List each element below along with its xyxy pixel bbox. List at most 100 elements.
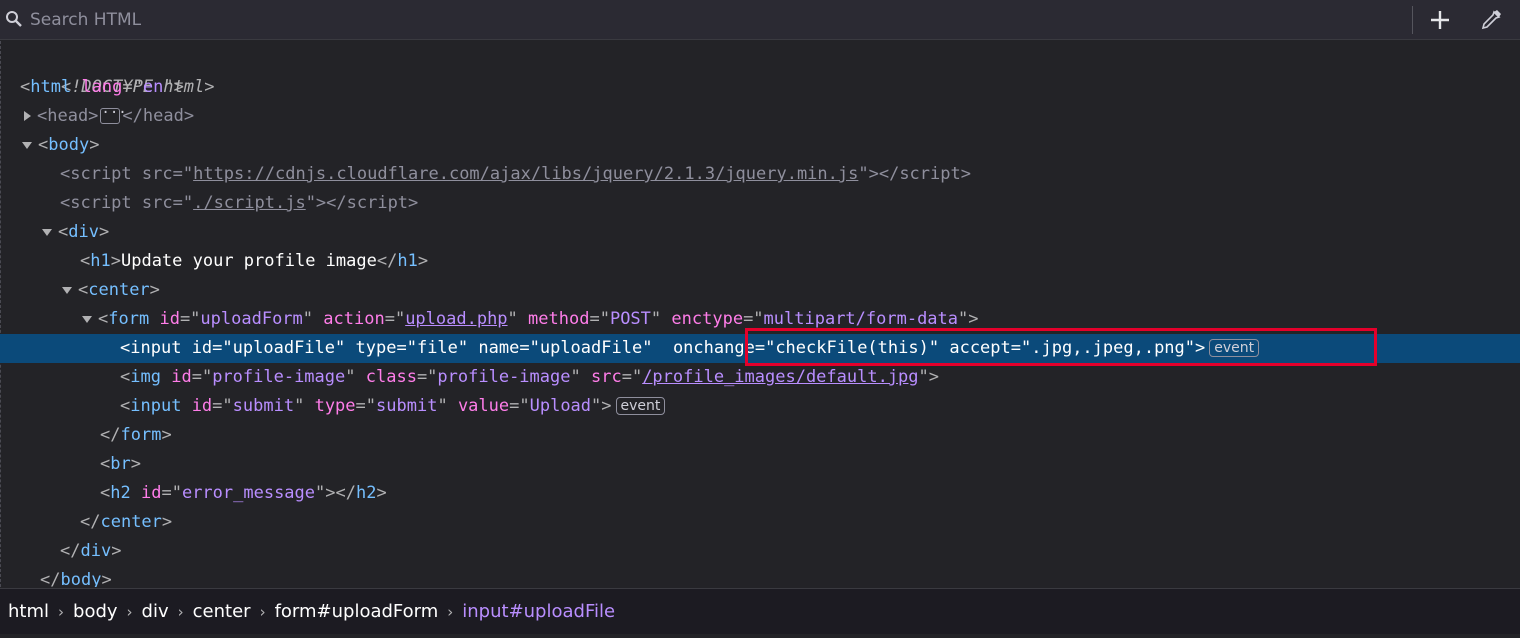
attr-value: profile-image xyxy=(437,367,571,387)
tree-node-img[interactable]: <img id="profile-image" class="profile-i… xyxy=(0,363,1520,392)
attr-name: accept xyxy=(949,338,1011,358)
attr-value: uploadFile xyxy=(232,338,336,358)
tree-node-h1[interactable]: <h1>Update your profile image</h1> xyxy=(0,247,1520,276)
tag-name: h2 xyxy=(110,483,131,503)
add-icon xyxy=(1431,11,1449,29)
tree-node-form-close[interactable]: </form> xyxy=(0,421,1520,450)
attr-value: POST xyxy=(609,309,651,329)
chevron-right-icon: › xyxy=(126,602,133,621)
collapse-arrow-icon[interactable] xyxy=(22,141,32,149)
attr-value: multipart/form-data xyxy=(763,309,959,329)
attr-value: en xyxy=(142,77,164,97)
attr-name: enctype xyxy=(671,309,744,329)
attr-name: id xyxy=(191,338,213,358)
breadcrumb-center[interactable]: center xyxy=(193,601,251,622)
attr-value: profile-image xyxy=(212,367,346,387)
tree-node-script-local[interactable]: <script src="./script.js"></script> xyxy=(0,189,1520,218)
attr-value: uploadFile xyxy=(539,338,643,358)
script-src-link[interactable]: https://cdnjs.cloudflare.com/ajax/libs/j… xyxy=(193,164,858,184)
attr-value: submit xyxy=(376,396,438,416)
markup-tree: <!DOCTYPE html> <html lang="en"> <head> ·… xyxy=(0,41,1520,587)
breadcrumb-html[interactable]: html xyxy=(8,601,49,622)
tree-node-div-close[interactable]: </div> xyxy=(0,537,1520,566)
breadcrumb: html › body › div › center › form#upload… xyxy=(0,588,1520,634)
tag-name: div xyxy=(80,541,112,561)
breadcrumb-form[interactable]: form#uploadForm xyxy=(275,601,439,622)
head-close-tag: </head> xyxy=(122,106,195,126)
add-node-button[interactable] xyxy=(1425,6,1455,34)
toolbar-divider xyxy=(1412,6,1413,34)
pick-element-button[interactable] xyxy=(1476,6,1506,34)
attr-value-link[interactable]: upload.php xyxy=(405,309,507,329)
tag-name: input xyxy=(130,396,182,416)
tree-node-h2[interactable]: <h2 id="error_message"></h2> xyxy=(0,479,1520,508)
attr-name: id xyxy=(191,396,213,416)
attr-name: id xyxy=(140,483,162,503)
attr-name: src xyxy=(141,193,173,213)
chevron-right-icon: › xyxy=(447,602,454,621)
tag-name: form xyxy=(120,425,162,445)
tree-node-center-close[interactable]: </center> xyxy=(0,508,1520,537)
attr-name: id xyxy=(159,309,180,329)
attr-value: submit xyxy=(232,396,295,416)
tree-node-body-close[interactable]: </body> xyxy=(0,566,1520,587)
tag-name: body xyxy=(48,135,90,155)
tag-name: input xyxy=(130,338,182,358)
search-icon xyxy=(5,10,23,28)
attr-value: Upload xyxy=(529,396,592,416)
attr-value: checkFile(this) xyxy=(775,338,929,358)
collapse-arrow-icon[interactable] xyxy=(62,286,72,294)
tree-node-body[interactable]: <body> xyxy=(0,131,1520,160)
tree-node-div[interactable]: <div> xyxy=(0,218,1520,247)
tree-node-center[interactable]: <center> xyxy=(0,276,1520,305)
breadcrumb-input[interactable]: input#uploadFile xyxy=(462,601,615,622)
ellipsis-icon[interactable]: ··· xyxy=(100,106,127,124)
event-badge[interactable]: event xyxy=(1209,339,1260,357)
tag-name: img xyxy=(130,367,161,387)
tag-name: form xyxy=(108,309,150,329)
head-open-tag: <head> xyxy=(37,106,99,126)
attr-name: action xyxy=(323,309,385,329)
attr-name: lang xyxy=(81,77,123,97)
tag-name: br xyxy=(110,454,131,474)
tree-node-br[interactable]: <br> xyxy=(0,450,1520,479)
inspector-toolbar xyxy=(0,0,1520,40)
search-input[interactable] xyxy=(30,8,1390,32)
attr-value: error_message xyxy=(181,483,316,503)
breadcrumb-body[interactable]: body xyxy=(73,601,118,622)
tag-name: center xyxy=(100,512,162,532)
tag-name: h1 xyxy=(397,251,418,271)
expand-arrow-icon[interactable] xyxy=(24,111,31,121)
breadcrumb-div[interactable]: div xyxy=(142,601,169,622)
tree-node-head[interactable]: <head> ···</head> xyxy=(0,102,1520,131)
collapse-arrow-icon[interactable] xyxy=(82,315,92,323)
chevron-right-icon: › xyxy=(177,602,184,621)
attr-value: .jpg,.jpeg,.png xyxy=(1031,338,1185,358)
tree-node-script-jquery[interactable]: <script src="https://cdnjs.cloudflare.co… xyxy=(0,160,1520,189)
attr-value-link[interactable]: /profile_images/default.jpg xyxy=(642,367,918,387)
tree-node-input-file[interactable]: <input id="uploadFile" type="file" name=… xyxy=(0,334,1520,363)
attr-name: id xyxy=(171,367,192,387)
attr-name: src xyxy=(141,164,173,184)
attr-name: src xyxy=(590,367,622,387)
attr-name: type xyxy=(314,396,356,416)
attr-name: value xyxy=(457,396,510,416)
chevron-right-icon: › xyxy=(259,602,266,621)
tree-node-input-submit[interactable]: <input id="submit" type="submit" value="… xyxy=(0,392,1520,421)
tag-name: center xyxy=(88,280,150,300)
event-badge[interactable]: event xyxy=(615,397,666,415)
tree-node-html[interactable]: <html lang="en"> xyxy=(0,73,1520,102)
tag-name: div xyxy=(68,222,99,242)
tag-name: h2 xyxy=(355,483,377,503)
attr-value: file xyxy=(416,338,458,358)
tree-node-form[interactable]: <form id="uploadForm" action="upload.php… xyxy=(0,305,1520,334)
attr-name: name xyxy=(478,338,520,358)
script-src-link[interactable]: ./script.js xyxy=(193,193,306,213)
tree-node-doctype[interactable]: <!DOCTYPE html> xyxy=(0,44,1520,97)
tag-name: body xyxy=(60,570,102,587)
tag-name: h1 xyxy=(90,251,111,271)
collapse-arrow-icon[interactable] xyxy=(42,228,52,236)
attr-name: onchange xyxy=(672,338,755,358)
attr-value: uploadForm xyxy=(200,309,303,329)
eyedropper-icon xyxy=(1481,10,1501,30)
